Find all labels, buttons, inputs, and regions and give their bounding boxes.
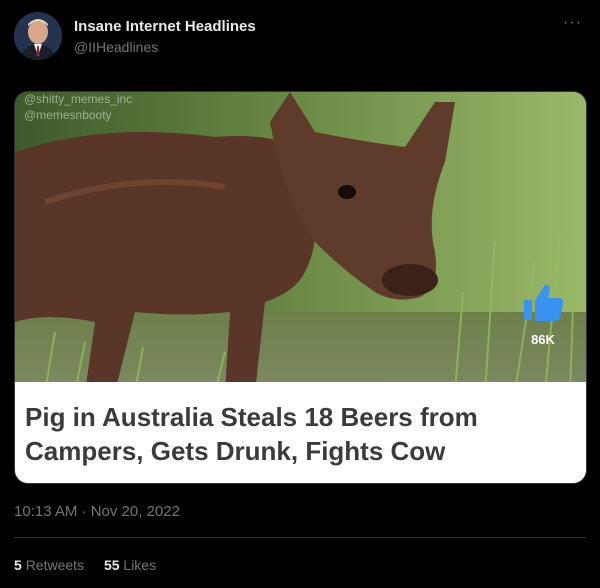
likes-label: Likes <box>123 557 157 573</box>
tweet-header: Insane Internet Headlines @IIHeadlines ·… <box>14 12 586 68</box>
watermark-2: @memesnbooty <box>24 108 112 122</box>
thumbs-down-icon <box>522 396 562 434</box>
display-name[interactable]: Insane Internet Headlines <box>74 18 256 35</box>
divider <box>14 537 586 538</box>
thumbs-up-icon <box>524 284 564 321</box>
like-reaction: 86K <box>520 280 566 350</box>
headline-line-1: Pig in Australia Steals 18 Beers from <box>25 402 478 432</box>
retweets-count: 5 <box>14 557 22 573</box>
dislike-reaction: Dislike <box>510 392 572 462</box>
headline-text: Pig in Australia Steals 18 Beers from Ca… <box>25 400 545 468</box>
avatar[interactable] <box>14 12 62 60</box>
retweets-label: Retweets <box>25 557 85 573</box>
more-icon[interactable]: ··· <box>563 14 582 32</box>
dislike-label: Dislike <box>521 444 561 459</box>
watermark-1: @shitty_memes_inc <box>24 92 133 106</box>
user-handle[interactable]: @IIHeadlines <box>74 39 158 55</box>
likes-count: 55 <box>103 557 120 573</box>
tweet-timestamp[interactable]: 10:13 AM · Nov 20, 2022 <box>14 503 180 520</box>
headline-line-2: Campers, Gets Drunk, Fights Cow <box>25 436 446 466</box>
like-count: 86K <box>531 332 555 347</box>
headline-band: Pig in Australia Steals 18 Beers from Ca… <box>15 382 586 483</box>
tweet-media[interactable]: @shitty_memes_inc @memesnbooty 86K Pig i… <box>14 91 587 484</box>
likes-stat[interactable]: 55 Likes <box>104 557 156 573</box>
tweet-stats: 5 Retweets 55 Likes <box>14 557 172 573</box>
retweets-stat[interactable]: 5 Retweets <box>14 557 84 573</box>
